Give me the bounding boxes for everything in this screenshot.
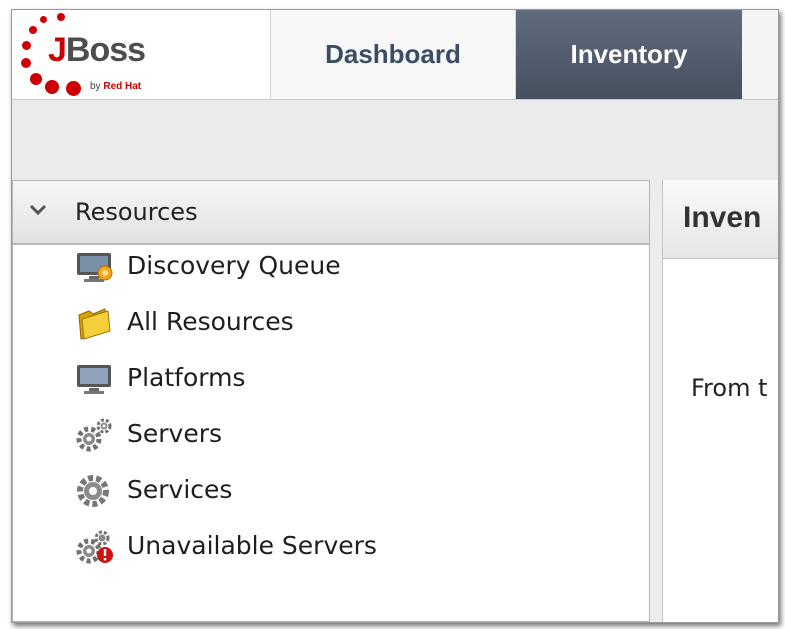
gears-unavailable-icon <box>76 530 113 564</box>
tab-dashboard[interactable]: Dashboard <box>271 10 516 99</box>
logo-first-letter: J <box>48 31 67 69</box>
sidebar-item-label: Services <box>127 475 233 504</box>
logo-byline: by Red Hat <box>90 81 141 93</box>
logo-dot <box>66 81 81 96</box>
sidebar-item-servers[interactable]: Servers <box>75 413 635 457</box>
tab-inventory[interactable]: Inventory <box>516 10 742 99</box>
gears-icon <box>76 418 112 452</box>
logo-dot <box>22 41 31 50</box>
content-title: Inven <box>683 201 762 234</box>
app-window: JBoss by Red Hat Dashboard Inventory Res… <box>11 9 779 623</box>
sidebar-item-label: Unavailable Servers <box>127 531 377 560</box>
sidebar-item-all-resources[interactable]: All Resources <box>75 301 635 345</box>
logo-dot <box>30 73 42 85</box>
logo-dot <box>29 26 37 34</box>
monitor-icon <box>77 365 111 394</box>
logo-company: Red Hat <box>103 81 142 92</box>
sidebar-item-platforms[interactable]: Platforms <box>75 357 635 401</box>
logo-rest: Boss <box>65 31 146 69</box>
section-title: Resources <box>75 198 198 226</box>
logo-wordmark: JBoss <box>48 30 146 70</box>
inventory-content-panel: Inven From t <box>662 180 778 622</box>
gear-icon <box>77 475 109 507</box>
sidebar-item-unavailable-servers[interactable]: Unavailable Servers <box>75 525 635 569</box>
sidebar-item-label: Platforms <box>127 363 246 392</box>
tab-label: Inventory <box>570 39 688 69</box>
logo-by-text: by <box>90 81 101 92</box>
jboss-logo[interactable]: JBoss by Red Hat <box>12 10 271 99</box>
tab-label: Dashboard <box>325 39 461 69</box>
logo-dot <box>21 58 31 68</box>
logo-dot <box>57 13 65 21</box>
panel-splitter[interactable] <box>650 180 662 622</box>
sub-navigation-bar <box>12 100 778 180</box>
top-header: JBoss by Red Hat Dashboard Inventory <box>12 10 778 100</box>
logo-dot <box>40 16 47 23</box>
resources-section-header[interactable]: Resources <box>13 181 649 245</box>
sidebar-item-discovery-queue[interactable]: Discovery Queue <box>75 245 635 289</box>
sidebar-item-label: Servers <box>127 419 223 448</box>
content-header: Inven <box>663 180 778 259</box>
logo-dot <box>45 80 59 94</box>
content-text: From t <box>691 374 768 402</box>
sidebar-item-label: Discovery Queue <box>127 251 341 280</box>
sidebar-item-label: All Resources <box>127 307 294 336</box>
resources-panel: Resources Discovery Queue All Resources … <box>12 180 650 622</box>
discovery-queue-icon <box>77 253 113 282</box>
sidebar-item-services[interactable]: Services <box>75 469 635 513</box>
chevron-down-icon[interactable] <box>29 203 47 217</box>
folder-icon <box>78 308 111 340</box>
